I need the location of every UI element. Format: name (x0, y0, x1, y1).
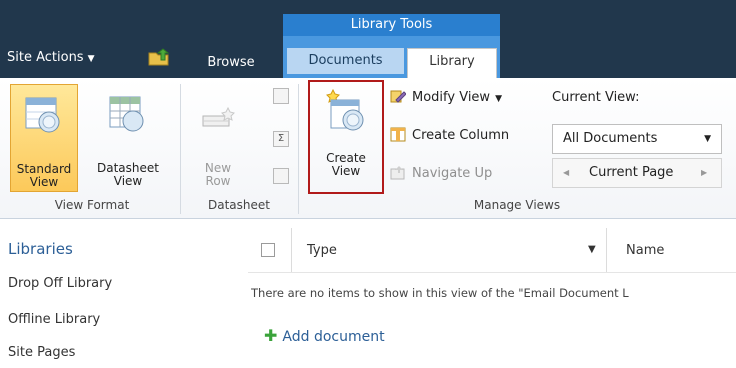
create-view-icon (326, 88, 364, 131)
column-header-type[interactable]: Type (307, 243, 337, 258)
refresh-data-icon[interactable] (273, 168, 289, 184)
manage-views-group-label: Manage Views (473, 198, 561, 212)
current-view-value: All Documents (563, 131, 658, 146)
modify-view-icon (390, 88, 407, 104)
nav-item-site-pages[interactable]: Site Pages (8, 345, 75, 360)
create-view-label-2: View (331, 164, 361, 178)
nav-libraries-heading[interactable]: Libraries (8, 240, 73, 258)
show-taskpane-icon[interactable] (273, 88, 289, 104)
previous-page-icon[interactable]: ◀ (563, 159, 569, 187)
create-column-label: Create Column (412, 128, 510, 143)
site-actions-menu[interactable]: Site Actions ▼ (7, 50, 95, 65)
datasheet-group-label: Datasheet (208, 198, 270, 212)
column-divider (291, 228, 292, 272)
tab-browse[interactable]: Browse (196, 50, 266, 76)
current-page-label: Current Page (589, 165, 674, 180)
totals-icon[interactable]: Σ (273, 131, 289, 147)
current-page-pager: ◀ Current Page ▶ (552, 158, 722, 188)
column-divider (606, 228, 607, 272)
standard-view-icon (25, 97, 60, 133)
navigate-up-button[interactable]: Navigate Up (390, 163, 492, 185)
datasheet-view-icon (109, 96, 144, 132)
create-column-button[interactable]: Create Column (390, 125, 509, 147)
add-document-link[interactable]: ✚ Add document (264, 326, 385, 345)
next-page-icon[interactable]: ▶ (701, 159, 707, 187)
ribbon-separator (180, 84, 181, 214)
view-format-group-label: View Format (54, 198, 130, 212)
new-row-label-2: Row (205, 174, 231, 188)
current-view-label: Current View: (552, 90, 640, 105)
standard-view-label-2: View (29, 175, 59, 189)
tab-documents[interactable]: Documents (287, 48, 404, 74)
create-column-icon (390, 126, 406, 142)
modify-view-label: Modify View (412, 90, 491, 105)
create-view-button[interactable]: Create View (308, 80, 384, 194)
navigate-up-label: Navigate Up (412, 166, 493, 181)
chevron-down-icon: ▼ (495, 94, 502, 104)
modify-view-button[interactable]: Modify View ▼ (390, 87, 502, 109)
nav-item-offline-library[interactable]: Offline Library (8, 312, 100, 327)
site-actions-label: Site Actions (7, 50, 84, 65)
ribbon-separator (298, 84, 299, 214)
column-menu-icon[interactable]: ▼ (588, 244, 596, 255)
standard-view-button[interactable]: Standard View (10, 84, 78, 192)
add-document-label: Add document (282, 329, 385, 345)
new-row-icon (202, 106, 235, 127)
new-row-button[interactable]: New Row (190, 84, 246, 192)
tab-library[interactable]: Library (407, 48, 497, 79)
empty-list-message: There are no items to show in this view … (251, 286, 629, 300)
datasheet-view-button[interactable]: Datasheet View (82, 84, 174, 192)
datasheet-view-label-2: View (113, 174, 143, 188)
chevron-down-icon: ▼ (87, 54, 95, 64)
library-tools-group-label: Library Tools (283, 14, 500, 36)
current-view-select[interactable]: All Documents ▼ (552, 124, 722, 154)
chevron-down-icon: ▼ (704, 134, 711, 144)
select-all-checkbox[interactable] (261, 243, 275, 257)
nav-item-drop-off-library[interactable]: Drop Off Library (8, 276, 112, 291)
navigate-up-folder-icon[interactable] (148, 48, 170, 66)
plus-icon: ✚ (264, 326, 278, 345)
column-header-name[interactable]: Name (626, 243, 664, 258)
navigate-up-icon (390, 164, 406, 180)
